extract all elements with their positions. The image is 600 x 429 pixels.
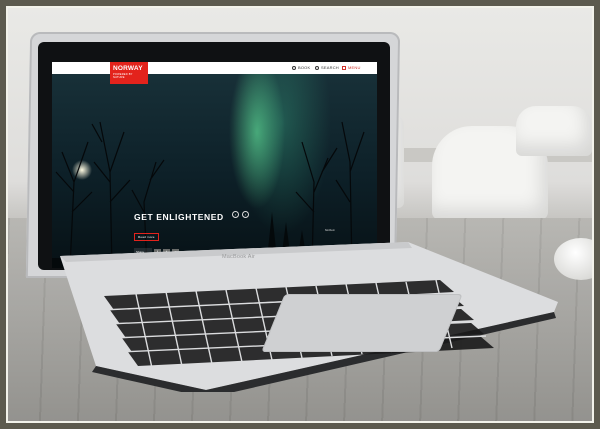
photo: BOOK SEARCH MENU NORWAY POWERED BY NATUR…	[6, 6, 594, 423]
nav-search[interactable]: SEARCH	[315, 65, 339, 70]
tree-silhouettes	[52, 121, 377, 268]
nav-book[interactable]: BOOK	[292, 65, 310, 70]
nav-book-label: BOOK	[298, 65, 311, 70]
laptop-screen: BOOK SEARCH MENU NORWAY POWERED BY NATUR…	[52, 62, 377, 268]
site-navbar: BOOK SEARCH MENU	[52, 62, 377, 74]
menu-icon	[342, 65, 346, 70]
logo-name: NORWAY	[113, 65, 143, 72]
nav-search-label: SEARCH	[321, 65, 339, 70]
next-arrow-icon[interactable]: ›	[242, 211, 249, 218]
trackpad	[261, 294, 463, 352]
search-icon	[315, 65, 319, 70]
nav-menu-label: MENU	[348, 65, 361, 70]
logo-tagline: POWERED BY NATURE	[113, 73, 133, 79]
background-chair	[516, 106, 592, 156]
hero-arrows: ‹ ›	[232, 211, 249, 218]
prev-arrow-icon[interactable]: ‹	[232, 211, 239, 218]
calendar-icon	[292, 65, 296, 70]
device-label: MacBook Air	[222, 254, 256, 260]
site-logo[interactable]: NORWAY POWERED BY NATURE	[110, 62, 148, 84]
hero-headline: GET ENLIGHTENED	[134, 212, 224, 222]
nav-menu[interactable]: MENU	[342, 65, 361, 70]
hero-caption: Northern	[324, 229, 335, 232]
